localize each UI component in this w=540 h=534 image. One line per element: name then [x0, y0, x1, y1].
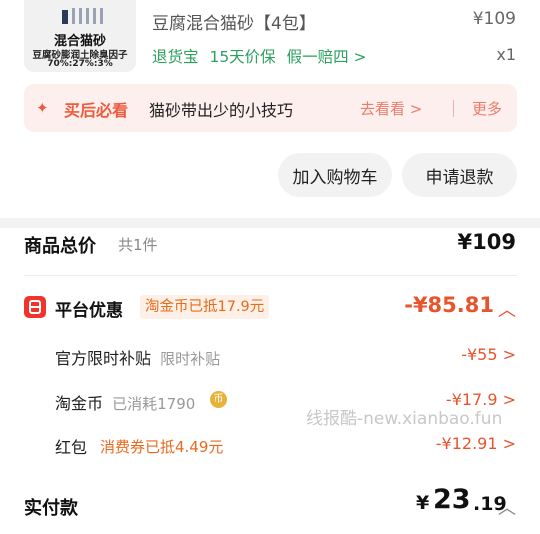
- discount-row-label: 红包: [55, 438, 88, 457]
- tips-divider: [453, 100, 454, 117]
- divider: [24, 275, 517, 276]
- product-title[interactable]: 豆腐混合猫砂【4包】: [152, 9, 316, 34]
- refund-button[interactable]: 申请退款: [402, 153, 517, 197]
- discount-row-subsidy[interactable]: 官方限时补贴 限时补贴: [55, 345, 220, 369]
- discount-row-label: 官方限时补贴: [55, 349, 152, 368]
- product-price: ¥109: [472, 9, 516, 29]
- platform-discount-value[interactable]: -¥85.81: [404, 293, 494, 317]
- paid-currency: ¥: [416, 492, 430, 514]
- tips-text: 猫砂带出少的小技巧: [149, 101, 294, 120]
- platform-discount-icon: [24, 296, 46, 318]
- item-count: 共1件: [118, 236, 158, 254]
- tips-prefix: 买后必看: [64, 101, 129, 120]
- guarantee-return: 退货宝: [152, 48, 199, 66]
- paid-amount-label: 实付款: [24, 498, 78, 519]
- guarantee-authentic: 假一赔四 >: [286, 48, 367, 66]
- discount-row-redpacket[interactable]: 红包: [55, 434, 87, 458]
- discount-row-coins[interactable]: 淘金币 已消耗1790: [55, 390, 195, 414]
- product-quantity: x1: [496, 45, 516, 64]
- total-price-label: 商品总价: [24, 236, 96, 257]
- discount-row-sub: 限时补贴: [160, 350, 221, 368]
- guarantee-list[interactable]: 退货宝 15天价保 假一赔四 >: [152, 45, 373, 67]
- guarantee-price-protect: 15天价保: [209, 48, 276, 66]
- chevron-up-icon[interactable]: ︿: [498, 296, 516, 322]
- tips-banner[interactable]: ✦ 买后必看 猫砂带出少的小技巧 去看看 > 更多: [24, 84, 517, 132]
- discount-row-value[interactable]: -¥55 >: [461, 345, 516, 364]
- thumb-ratio: 70%:27%:3%: [47, 59, 113, 69]
- product-image-graphic: [62, 8, 103, 24]
- discount-row-sub: 消费券已抵4.49元: [100, 438, 224, 456]
- coin-icon: 币: [210, 391, 227, 408]
- chevron-up-icon[interactable]: ︿: [498, 494, 516, 520]
- discount-row-value[interactable]: -¥12.91 >: [436, 434, 516, 453]
- section-separator: [0, 218, 540, 228]
- paid-amount-integer: 23: [433, 484, 471, 515]
- watermark: 线报酷-new.xianbao.fun: [306, 409, 503, 429]
- taojinbi-tag: 淘金币已抵17.9元: [140, 295, 270, 319]
- add-to-cart-button[interactable]: 加入购物车: [278, 153, 392, 197]
- tips-more-link[interactable]: 更多: [472, 98, 502, 119]
- discount-row-sub: 已消耗1790: [112, 395, 196, 413]
- tips-goto-link[interactable]: 去看看 >: [360, 98, 422, 119]
- discount-row-label: 淘金币: [55, 394, 104, 413]
- total-price-value: ¥109: [457, 230, 516, 254]
- product-thumbnail[interactable]: 混合猫砂 豆腐砂膨润土除臭因子 70%:27%:3%: [24, 0, 136, 72]
- sparkle-icon: ✦: [36, 99, 49, 117]
- platform-discount-label: 平台优惠: [55, 301, 123, 321]
